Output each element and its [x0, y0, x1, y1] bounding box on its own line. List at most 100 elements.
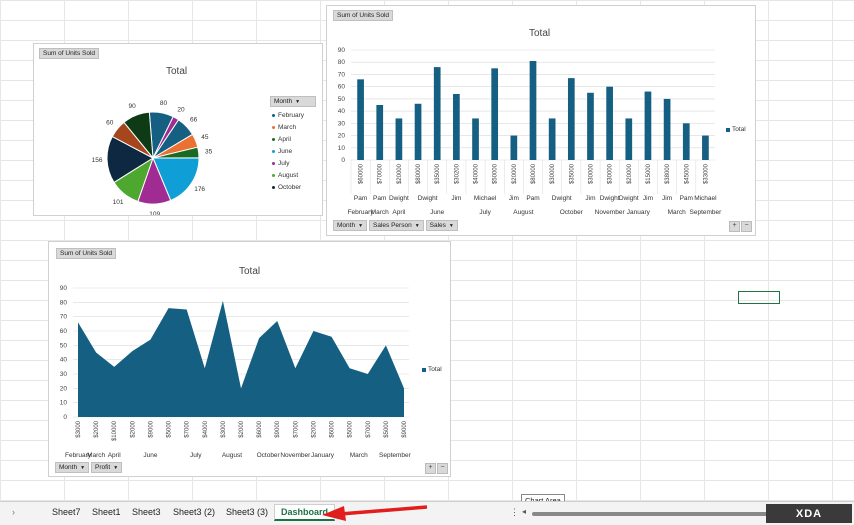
bar-filter-sales[interactable]: Sales ▼ — [425, 220, 458, 231]
bar-expand-collapse: + − — [729, 221, 752, 232]
y-tick-label: 70 — [60, 314, 68, 321]
bar-collapse-button[interactable]: − — [741, 221, 752, 232]
x-tick-label: $10000 — [112, 420, 118, 441]
sales-person-label: Dwight — [619, 195, 639, 202]
bar — [567, 78, 575, 160]
month-label: April — [392, 209, 406, 216]
tab-sheet3[interactable]: Sheet3 — [132, 507, 161, 517]
area-legend: Total — [422, 366, 442, 373]
x-tick-label: $40000 — [474, 163, 480, 184]
x-tick-label: $35000 — [435, 163, 441, 184]
selected-cell[interactable] — [738, 291, 780, 304]
x-tick-label: $30200 — [454, 163, 460, 184]
month-label: January — [311, 452, 335, 459]
bar — [606, 86, 613, 160]
bar — [414, 103, 422, 160]
bar-filter-buttons: Month ▼ Sales Person ▼ Sales ▼ — [333, 220, 458, 231]
pie-legend: Month ▼ February March April June July August O… — [270, 96, 316, 191]
bar — [548, 118, 556, 160]
sales-person-label: Michael — [474, 195, 497, 202]
tab-sheet1[interactable]: Sheet1 — [92, 507, 121, 517]
legend-swatch — [272, 138, 275, 141]
y-tick-label: 50 — [338, 96, 346, 103]
scroll-left-icon[interactable]: ◂ — [522, 507, 526, 516]
y-tick-label: 30 — [60, 371, 68, 378]
month-label: March — [350, 452, 368, 459]
y-tick-label: 50 — [60, 342, 68, 349]
tab-sheet7[interactable]: Sheet7 — [52, 507, 81, 517]
sales-person-label: Dwight — [389, 195, 409, 202]
pie-data-label: 20 — [177, 106, 185, 113]
legend-month-filter[interactable]: Month ▼ — [270, 96, 316, 107]
area-expand-collapse: + − — [425, 463, 448, 474]
pie-data-label: 66 — [190, 116, 198, 123]
bar-filter-sales-person[interactable]: Sales Person ▼ — [369, 220, 424, 231]
pie-data-label: 35 — [205, 148, 213, 155]
area-plot: 0 10 20 30 40 50 60 70 80 90 $3000 $2000 $10000 $2000… — [60, 285, 412, 459]
tab-scroll-arrow-icon[interactable]: › — [12, 507, 15, 517]
x-tick-label: $35000 — [569, 163, 575, 184]
x-tick-label: $45000 — [684, 163, 690, 184]
tab-sheet3-3[interactable]: Sheet3 (3) — [226, 507, 268, 517]
bar-legend-swatch — [726, 127, 730, 132]
bar — [472, 118, 479, 160]
sales-person-label: Pam — [354, 195, 367, 202]
x-tick-label: $2000 — [94, 420, 100, 437]
pie-data-label: 109 — [149, 211, 160, 215]
legend-label: February — [278, 112, 305, 119]
bar — [510, 135, 518, 160]
bar-chart[interactable]: Sum of Units Sold Total 0 10 20 30 40 50 60 70 8… — [326, 5, 756, 236]
area-expand-button[interactable]: + — [425, 463, 436, 474]
x-tick-label: $3000 — [221, 420, 227, 437]
sales-person-label: Jim — [662, 195, 672, 202]
y-tick-label: 40 — [60, 357, 68, 364]
month-label: November — [595, 209, 626, 216]
sales-person-label: Jim — [585, 195, 595, 202]
x-tick-label: $7000 — [293, 420, 299, 437]
x-tick-label: $60000 — [359, 163, 365, 184]
bar — [395, 118, 403, 160]
tab-dashboard[interactable]: Dashboard — [274, 504, 336, 521]
tab-sheet3-2[interactable]: Sheet3 (2) — [173, 507, 215, 517]
y-tick-label: 80 — [338, 59, 346, 66]
area-filter-buttons: Month ▼ Profit ▼ — [55, 462, 123, 473]
bar-expand-button[interactable]: + — [729, 221, 740, 232]
area-series — [78, 300, 404, 417]
month-label: September — [690, 209, 723, 216]
pie-chart[interactable]: Sum of Units Sold Total 80 20 66 45 35 176 109… — [33, 43, 323, 216]
legend-label: August — [278, 172, 299, 179]
bar — [491, 68, 499, 160]
month-label: August — [513, 209, 533, 216]
month-label: January — [627, 209, 651, 216]
x-tick-label: $20000 — [397, 163, 403, 184]
area-collapse-button[interactable]: − — [437, 463, 448, 474]
x-tick-label: $9000 — [148, 420, 154, 437]
x-tick-label: $7000 — [185, 420, 191, 437]
pie-legend-item: July — [272, 160, 316, 167]
bar — [529, 61, 537, 160]
bar — [587, 92, 594, 160]
x-tick-label: $38000 — [665, 163, 671, 184]
pie-legend-item: August — [272, 172, 316, 179]
bar-filter-month[interactable]: Month ▼ — [333, 220, 368, 231]
y-tick-label: 40 — [338, 108, 346, 115]
pie-legend-item: June — [272, 148, 316, 155]
more-options-icon[interactable]: ⋮ — [510, 507, 519, 518]
area-chart[interactable]: Sum of Units Sold Total 0 10 20 30 40 50 60 70 8… — [48, 241, 451, 477]
legend-swatch — [272, 174, 275, 177]
x-tick-label: $7000 — [366, 420, 372, 437]
x-tick-label: $9000 — [275, 420, 281, 437]
area-legend-swatch — [422, 367, 426, 372]
sales-person-label: Dwight — [552, 195, 572, 202]
y-tick-label: 60 — [60, 328, 68, 335]
area-filter-profit[interactable]: Profit ▼ — [91, 462, 123, 473]
pie-legend-item: March — [272, 124, 316, 131]
sales-person-label: Pam — [680, 195, 693, 202]
x-tick-label: $5000 — [167, 420, 173, 437]
area-filter-month[interactable]: Month ▼ — [55, 462, 90, 473]
pie-data-label: 45 — [201, 134, 209, 141]
x-tick-label: $9000 — [402, 420, 408, 437]
month-label: March — [87, 452, 105, 459]
y-tick-label: 30 — [338, 120, 346, 127]
month-label: June — [143, 452, 157, 459]
